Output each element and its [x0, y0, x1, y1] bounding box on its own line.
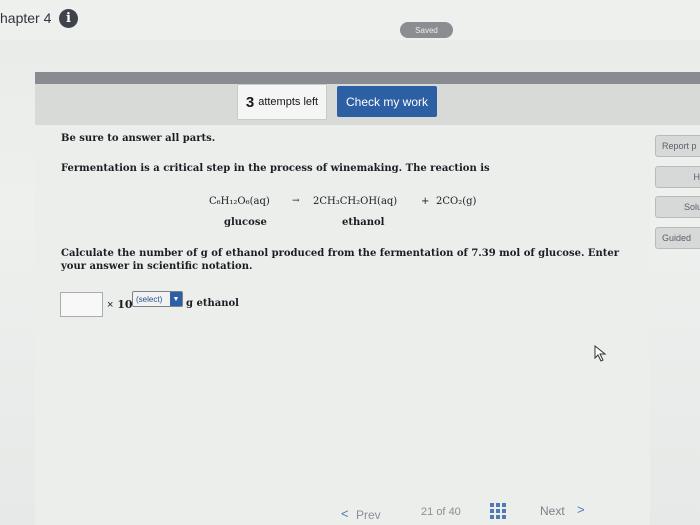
prev-button[interactable]: Prev	[356, 508, 381, 522]
attempts-indicator: 3 attempts left	[237, 84, 327, 120]
base-ten: 10	[117, 298, 133, 311]
equation-reactant: C₆H₁₂O₆(aq)	[209, 196, 270, 207]
info-icon[interactable]: i	[59, 9, 78, 28]
report-problem-button[interactable]: Report p	[655, 135, 700, 157]
equation-product-ethanol: 2CH₃CH₂OH(aq)	[313, 196, 398, 207]
times-ten-label: × 10	[107, 298, 133, 311]
exponent-select-value: (select)	[136, 294, 163, 304]
question-prompt: Calculate the number of g of ethanol pro…	[61, 248, 620, 272]
check-my-work-button[interactable]: Check my work	[337, 86, 437, 117]
chevron-down-icon[interactable]: ▼	[170, 292, 182, 306]
label-glucose: glucose	[224, 217, 267, 228]
attempts-count: 3	[245, 93, 255, 111]
question-grid-icon[interactable]	[490, 503, 506, 519]
reaction-arrow-icon: →	[292, 196, 300, 206]
of-text: of	[436, 506, 446, 518]
question-intro: Fermentation is a critical step in the p…	[61, 163, 490, 174]
prev-chevron-icon[interactable]: <	[341, 506, 349, 521]
mouse-cursor-icon	[594, 345, 607, 362]
question-header-band	[35, 72, 700, 84]
guided-solution-button[interactable]: Guided	[655, 227, 700, 249]
equation-plus: +	[421, 196, 430, 207]
answer-coefficient-input[interactable]	[60, 292, 103, 317]
label-ethanol: ethanol	[342, 217, 385, 228]
total-pages: 40	[448, 506, 461, 518]
times-sign: ×	[107, 299, 114, 311]
top-bar	[0, 0, 700, 40]
instruction-text: Be sure to answer all parts.	[61, 133, 216, 144]
question-content-panel	[35, 125, 650, 525]
next-button[interactable]: Next	[540, 504, 565, 518]
chapter-label: hapter 4	[0, 10, 52, 26]
current-page: 21	[421, 506, 434, 518]
equation-product-co2: 2CO₂(g)	[436, 196, 477, 207]
exponent-select[interactable]: (select) ▼	[132, 291, 183, 307]
page-counter: 21 of 40	[421, 506, 461, 518]
next-chevron-icon[interactable]: >	[577, 502, 585, 517]
attempts-text: attempts left	[258, 96, 319, 108]
saved-status-badge: Saved	[400, 22, 453, 38]
solution-button[interactable]: Solu	[655, 196, 700, 218]
hint-button[interactable]: Hi	[655, 166, 700, 188]
answer-unit-label: g ethanol	[186, 298, 239, 309]
